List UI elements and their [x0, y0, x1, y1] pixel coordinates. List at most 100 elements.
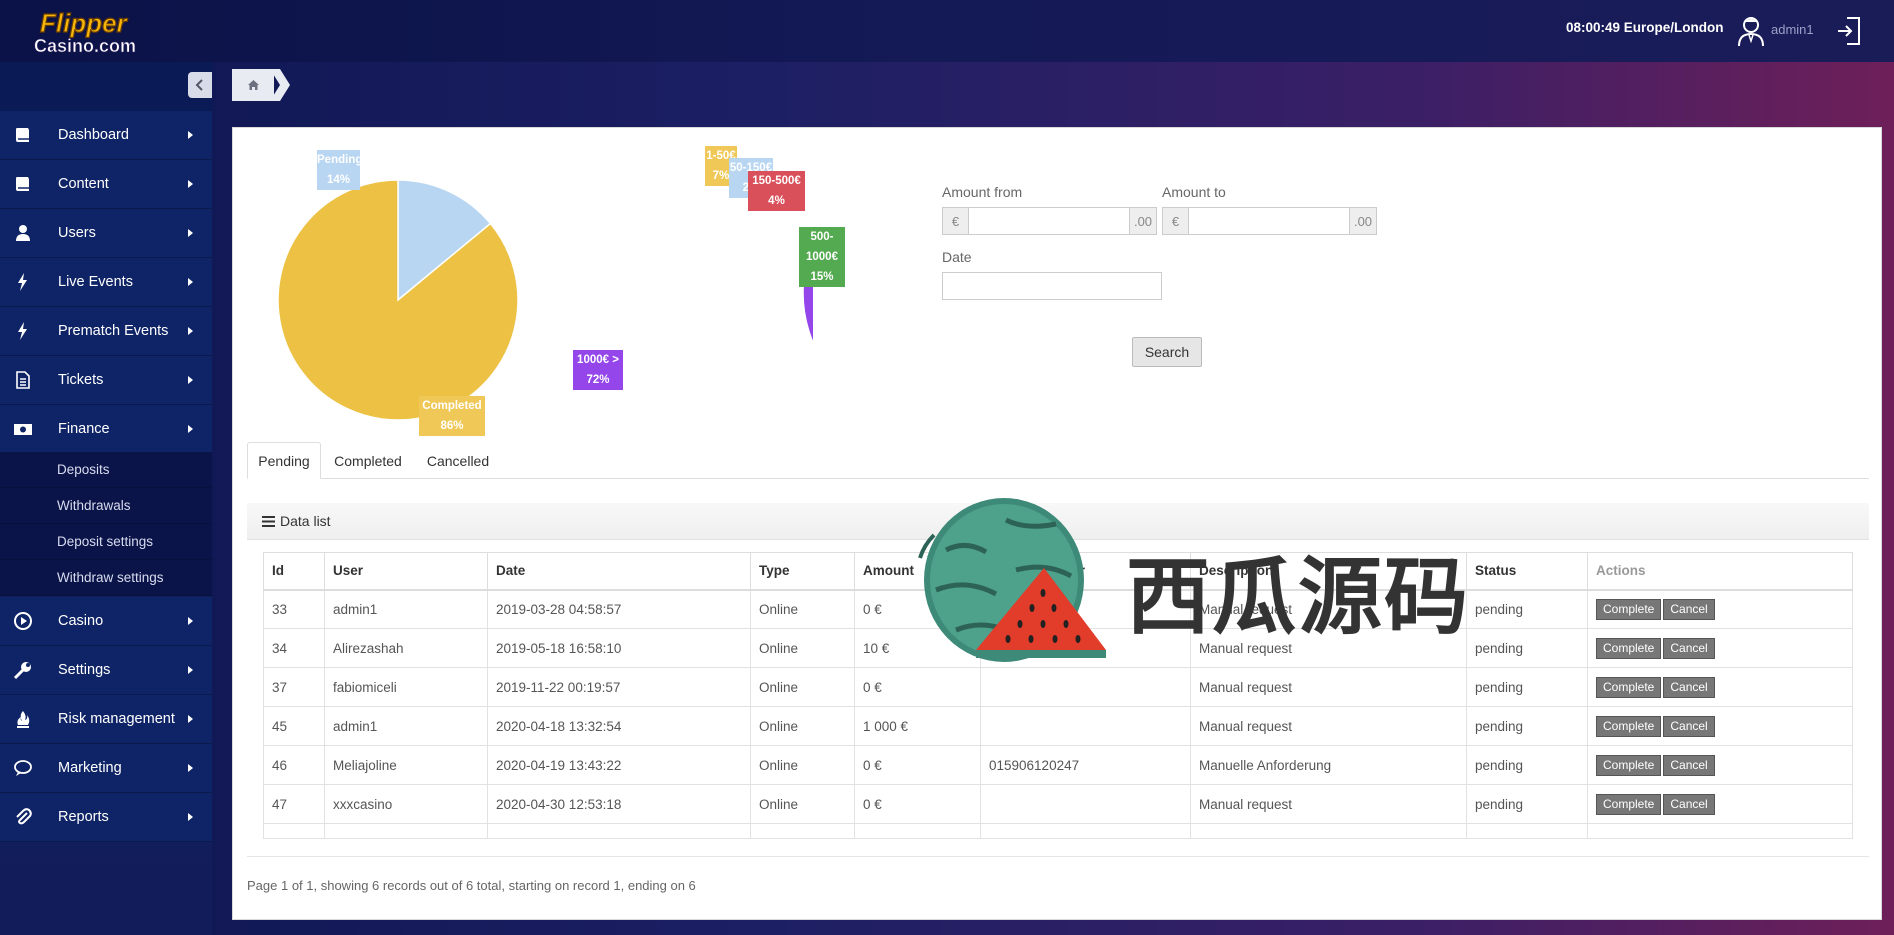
logout-icon[interactable] [1836, 14, 1864, 48]
cell-id: 37 [263, 667, 325, 707]
caret-right-icon [188, 327, 193, 335]
sidebar-item-label: Finance [58, 421, 110, 437]
pie-label-name: 150-500€ [752, 175, 801, 187]
caret-right-icon [188, 278, 193, 286]
tab-cancelled[interactable]: Cancelled [415, 442, 501, 479]
cell-status: pending [1466, 628, 1588, 668]
cancel-button[interactable]: Cancel [1663, 637, 1715, 659]
currency-addon: € [1162, 207, 1189, 235]
cell-date: 2019-03-28 04:58:57 [487, 589, 751, 629]
cell-type: Online [750, 706, 855, 746]
cancel-button[interactable]: Cancel [1663, 676, 1715, 698]
sidebar-item-label: Live Events [58, 274, 133, 290]
book-icon [16, 128, 29, 142]
column-header-user[interactable]: User [324, 552, 488, 591]
cell-user: fabiomiceli [324, 667, 488, 707]
user-avatar-icon[interactable] [1736, 14, 1766, 48]
pie-label-name: Completed [422, 400, 482, 412]
tab-completed[interactable]: Completed [321, 442, 415, 479]
caret-right-icon [188, 764, 193, 772]
complete-button[interactable]: Complete [1596, 676, 1662, 698]
cell-amount: 0 € [854, 745, 981, 785]
cancel-button[interactable]: Cancel [1663, 715, 1715, 737]
clock: 08:00:49 Europe/London [1566, 20, 1724, 35]
complete-button[interactable]: Complete [1596, 637, 1662, 659]
cell-date: 2019-05-18 16:58:10 [487, 628, 751, 668]
cell-id: 46 [263, 745, 325, 785]
divider [247, 856, 1869, 857]
cell-description: Manual request [1190, 784, 1467, 824]
column-header-status[interactable]: Status [1466, 552, 1588, 591]
bolt-icon [18, 273, 27, 291]
cancel-button[interactable]: Cancel [1663, 793, 1715, 815]
pie-label-pending: Pending 14% [317, 150, 362, 190]
sidebar-subitem-deposits[interactable]: Deposits [0, 452, 212, 488]
sidebar-collapse-button[interactable] [188, 72, 212, 98]
cell-description: Manuelle Anforderung [1190, 745, 1467, 785]
caret-right-icon [188, 131, 193, 139]
breadcrumb-home[interactable] [232, 69, 274, 101]
sidebar-subitem-withdrawals[interactable]: Withdrawals [0, 488, 212, 524]
caret-right-icon [188, 425, 193, 433]
sidebar-item-settings[interactable]: Settings [0, 646, 212, 695]
watermark: 西瓜源码 [906, 490, 1476, 690]
caret-right-icon [188, 229, 193, 237]
sidebar-subitem-deposit-settings[interactable]: Deposit settings [0, 524, 212, 560]
breadcrumb-arrow [270, 69, 290, 101]
cell-status: pending [1466, 706, 1588, 746]
sidebar-item-tickets[interactable]: Tickets [0, 356, 212, 405]
tab-pending[interactable]: Pending [247, 442, 321, 479]
sidebar-item-marketing[interactable]: Marketing [0, 744, 212, 793]
date-input[interactable] [942, 272, 1162, 300]
pie-label-number: 86 [440, 420, 454, 432]
sidebar-item-live-events[interactable]: Live Events [0, 258, 212, 307]
cell-id: 45 [263, 706, 325, 746]
column-header-date[interactable]: Date [487, 552, 751, 591]
pie-label-number: 7 [712, 170, 720, 182]
cell-user: Alirezashah [324, 628, 488, 668]
table-row: 47 xxxcasino 2020-04-30 12:53:18 Online … [263, 784, 1853, 824]
sidebar-item-prematch-events[interactable]: Prematch Events [0, 307, 212, 356]
sidebar-item-label: Prematch Events [58, 323, 169, 339]
cancel-button[interactable]: Cancel [1663, 598, 1715, 620]
sidebar-item-users[interactable]: Users [0, 209, 212, 258]
cell-user: admin1 [324, 589, 488, 629]
pie-label-number: 14 [326, 174, 340, 186]
logo[interactable]: Flipper Casino.com [32, 8, 182, 56]
column-header-id[interactable]: Id [263, 552, 325, 591]
column-header-actions: Actions [1587, 552, 1853, 591]
complete-button[interactable]: Complete [1596, 754, 1662, 776]
amount-from-input[interactable] [968, 207, 1130, 235]
column-header-type[interactable]: Type [750, 552, 855, 591]
sidebar-item-reports[interactable]: Reports [0, 793, 212, 842]
cell-description: Manual request [1190, 706, 1467, 746]
pie-label-completed: Completed 86% [419, 396, 485, 436]
sidebar-subitem-withdraw-settings[interactable]: Withdraw settings [0, 560, 212, 596]
cancel-button[interactable]: Cancel [1663, 754, 1715, 776]
cell-amount: 0 € [854, 784, 981, 824]
amount-to-input[interactable] [1188, 207, 1350, 235]
sidebar-item-dashboard[interactable]: Dashboard [0, 111, 212, 160]
sidebar-item-label: Risk management [58, 711, 175, 727]
breadcrumb [232, 69, 294, 101]
complete-button[interactable]: Complete [1596, 793, 1662, 815]
caret-right-icon [188, 617, 193, 625]
sidebar-item-content[interactable]: Content [0, 160, 212, 209]
cell-actions: Complete Cancel [1587, 667, 1853, 707]
sidebar-item-risk-management[interactable]: Risk management [0, 695, 212, 744]
sidebar-item-label: Dashboard [58, 127, 129, 143]
sidebar-item-casino[interactable]: Casino [0, 597, 212, 646]
search-button[interactable]: Search [1132, 337, 1202, 367]
sidebar-item-label: Marketing [58, 760, 122, 776]
cell-status: pending [1466, 745, 1588, 785]
chat-icon [14, 760, 32, 776]
user-name[interactable]: admin1 [1771, 22, 1814, 37]
sidebar-item-label: Users [58, 225, 96, 241]
sidebar-item-finance[interactable]: Finance [0, 405, 212, 454]
sidebar-item-label: Casino [58, 613, 104, 629]
complete-button[interactable]: Complete [1596, 715, 1662, 737]
complete-button[interactable]: Complete [1596, 598, 1662, 620]
cell-phone [980, 784, 1191, 824]
status-pie-chart [277, 179, 519, 421]
caret-right-icon [188, 666, 193, 674]
